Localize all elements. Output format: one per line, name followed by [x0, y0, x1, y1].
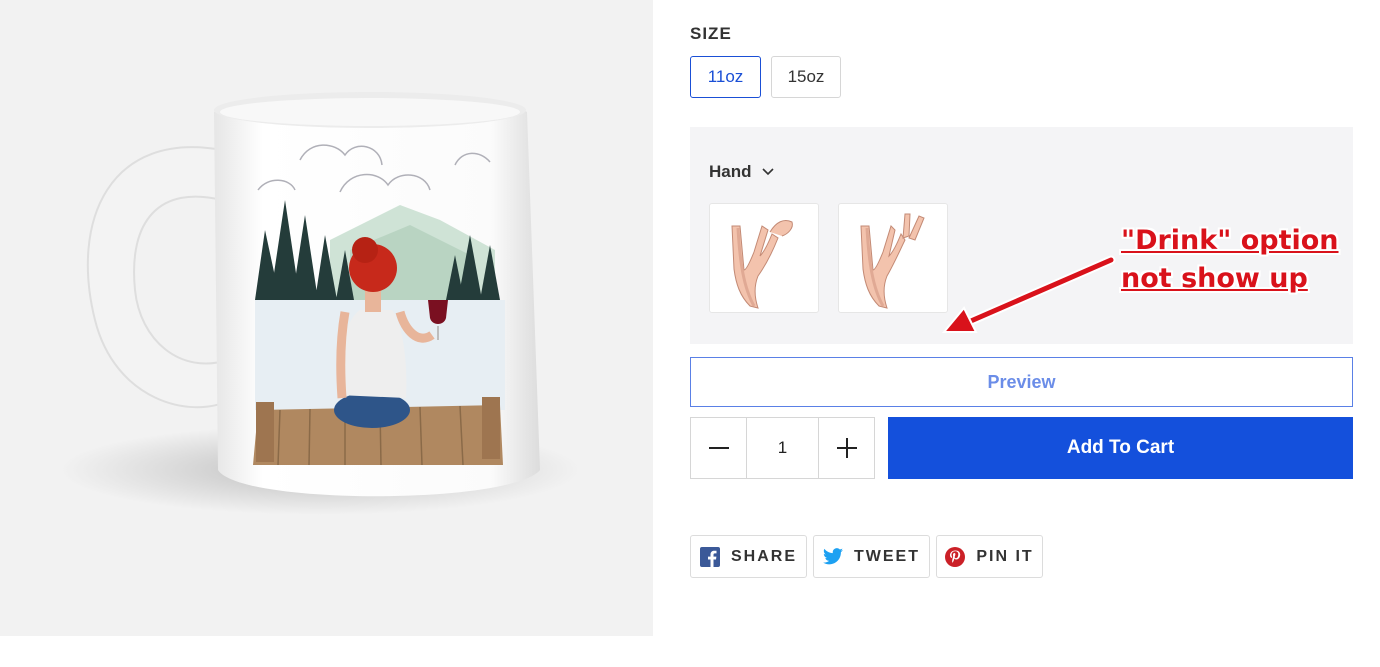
size-label: SIZE: [690, 24, 732, 43]
hand-swatch-rock[interactable]: [709, 203, 819, 313]
rock-hand-icon: [731, 219, 793, 309]
quantity-stepper: [690, 417, 875, 479]
share-pinterest-label: PIN IT: [976, 547, 1034, 565]
annotation-arrow-icon: [941, 255, 1116, 333]
mug-image: [60, 92, 580, 515]
share-facebook-button[interactable]: SHARE: [690, 535, 807, 578]
preview-button[interactable]: Preview: [690, 357, 1353, 407]
quantity-decrease-button[interactable]: [691, 418, 746, 478]
size-option-15oz[interactable]: 15oz: [771, 56, 841, 98]
hand-option-label: Hand: [709, 162, 752, 181]
minus-icon: [708, 447, 729, 449]
share-pinterest-button[interactable]: PIN IT: [936, 535, 1043, 578]
chevron-down-icon: [761, 168, 774, 176]
annotation-text: "Drink" option not show up: [1121, 222, 1339, 298]
size-option-11oz[interactable]: 11oz: [690, 56, 761, 98]
facebook-icon: [699, 546, 720, 567]
annotation-line-2: not show up: [1121, 263, 1308, 294]
hand-option-toggle[interactable]: Hand: [709, 162, 774, 182]
product-image[interactable]: [0, 0, 653, 636]
share-facebook-label: SHARE: [730, 547, 797, 565]
twitter-icon: [823, 548, 843, 565]
plus-icon: [836, 438, 857, 458]
pinterest-icon: [945, 546, 966, 567]
quantity-input[interactable]: [746, 418, 819, 478]
share-twitter-button[interactable]: TWEET: [813, 535, 930, 578]
share-twitter-label: TWEET: [854, 547, 920, 565]
add-to-cart-button[interactable]: Add To Cart: [888, 417, 1353, 479]
quantity-increase-button[interactable]: [819, 418, 874, 478]
annotation-line-1: "Drink" option: [1121, 225, 1339, 256]
